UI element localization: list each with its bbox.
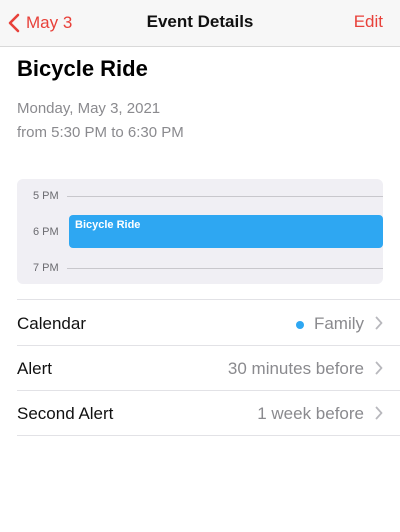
timeline-hour-row: 7 PM	[17, 260, 383, 276]
timeline-hour-line	[67, 268, 383, 269]
page-title: Event Details	[146, 12, 254, 31]
event-details-screen: May 3 Event Details Edit Bicycle Ride Mo…	[0, 0, 400, 532]
alert-value: 30 minutes before	[227, 359, 364, 378]
event-date: Monday, May 3, 2021	[17, 100, 161, 117]
alert-label: Alert	[17, 359, 52, 378]
calendar-color-dot	[296, 321, 304, 329]
alert-row[interactable]: Alert 30 minutes before	[0, 346, 400, 390]
timeline-hour-line	[67, 196, 383, 197]
navigation-bar: May 3 Event Details Edit	[0, 0, 400, 47]
timeline-event-block[interactable]: Bicycle Ride	[69, 215, 383, 248]
row-divider	[17, 435, 400, 436]
chevron-right-icon	[375, 361, 383, 375]
second-alert-label: Second Alert	[17, 404, 114, 423]
timeline-hour-label: 6 PM	[33, 226, 59, 238]
chevron-right-icon	[375, 406, 383, 420]
second-alert-value: 1 week before	[257, 404, 364, 423]
second-alert-row[interactable]: Second Alert 1 week before	[0, 391, 400, 435]
event-time-range: from 5:30 PM to 6:30 PM	[17, 124, 184, 141]
calendar-value: Family	[313, 314, 364, 333]
calendar-label: Calendar	[17, 314, 86, 333]
chevron-right-icon	[375, 316, 383, 330]
event-title: Bicycle Ride	[17, 56, 148, 81]
timeline-hour-row: 5 PM	[17, 188, 383, 204]
section-divider	[17, 299, 400, 300]
timeline-event-label: Bicycle Ride	[75, 219, 141, 231]
edit-button[interactable]: Edit	[354, 12, 383, 32]
back-button[interactable]: May 3	[8, 11, 72, 35]
chevron-left-icon	[8, 13, 20, 33]
calendar-row[interactable]: Calendar Family	[0, 301, 400, 345]
back-button-label: May 3	[26, 13, 73, 32]
timeline-hour-label: 7 PM	[33, 262, 59, 274]
day-timeline-preview: 5 PM 6 PM 7 PM Bicycle Ride	[17, 179, 383, 284]
timeline-hour-label: 5 PM	[33, 190, 59, 202]
